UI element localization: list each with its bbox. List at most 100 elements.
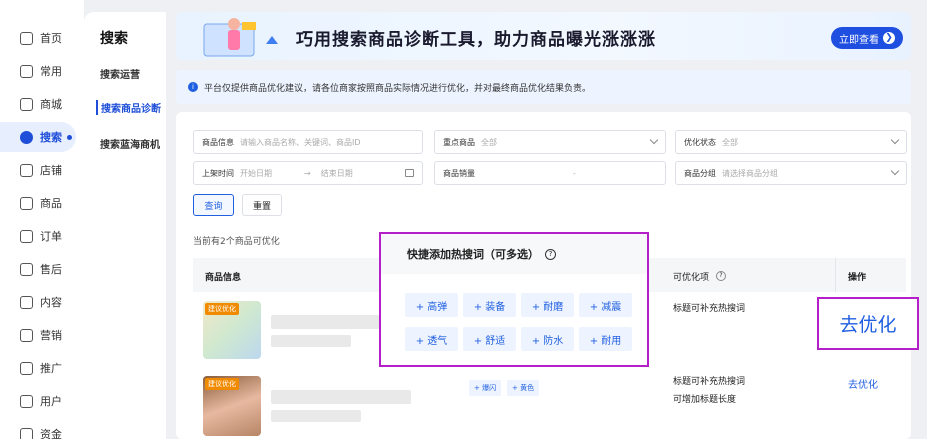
nav-item-order[interactable]: 订单 xyxy=(0,221,84,251)
go-optimize-link[interactable]: 去优化 xyxy=(848,376,878,391)
nav-label: 首页 xyxy=(40,32,62,45)
nav-label: 资金 xyxy=(40,428,62,439)
nav-label: 内容 xyxy=(40,296,62,309)
goods-group-select[interactable]: 商品分组 请选择商品分组 xyxy=(675,161,907,185)
view-now-button[interactable]: 立即查看 ❯ xyxy=(831,27,903,49)
nav-item-marketing[interactable]: 营销 xyxy=(0,320,84,350)
aftersale-icon xyxy=(20,262,33,276)
opt-item: 标题可补充热搜词 xyxy=(673,304,746,314)
blurred-title xyxy=(271,390,411,404)
nav-item-search[interactable]: 搜索 xyxy=(0,122,76,152)
chevron-right-icon: ❯ xyxy=(883,32,895,44)
nav-label: 用户 xyxy=(40,395,62,408)
opt-item: 标题可补充热搜词 xyxy=(673,377,746,387)
opt-item: 可增加标题长度 xyxy=(673,395,737,405)
opt-status-select[interactable]: 优化状态 全部 xyxy=(675,130,907,154)
keyword-chip[interactable]: + 黄色 xyxy=(507,380,540,396)
search-icon xyxy=(20,130,33,144)
sales-separator: - xyxy=(573,168,576,178)
nav-item-content[interactable]: 内容 xyxy=(0,287,84,317)
view-now-label: 立即查看 xyxy=(839,34,879,46)
field-label: 商品销量 xyxy=(443,168,475,178)
query-button[interactable]: 查询 xyxy=(193,194,234,216)
nav-item-promote[interactable]: 推广 xyxy=(0,353,84,383)
blurred-subtitle xyxy=(271,335,351,347)
nav-item-home[interactable]: 首页 xyxy=(0,23,84,53)
notice-text: 平台仅提供商品优化建议，请各位商家按照商品实际情况进行优化，并对最终商品优化结果… xyxy=(204,83,592,94)
home-icon xyxy=(20,31,33,45)
user-icon xyxy=(20,394,33,408)
nav-item-aftersale[interactable]: 售后 xyxy=(0,254,84,284)
sales-range[interactable]: 商品销量 - xyxy=(434,161,666,185)
list-time-range[interactable]: 上架时间 开始日期 → 结束日期 xyxy=(193,161,423,185)
popover-header: 快捷添加热搜词（可多选） ? xyxy=(381,234,647,274)
nav-label: 常用 xyxy=(40,65,62,78)
nav-item-user[interactable]: 用户 xyxy=(0,386,84,416)
optimizable-count: 当前有2个商品可优化 xyxy=(193,237,280,247)
nav-label: 店铺 xyxy=(40,164,62,177)
sub-sidebar: 搜索 搜索运营 搜索商品诊断 搜索蓝海商机 xyxy=(84,12,166,439)
sub-item-goods-diagnosis[interactable]: 搜索商品诊断 xyxy=(96,100,161,115)
nav-item-store[interactable]: 店铺 xyxy=(0,155,84,185)
nav-item-goods[interactable]: 商品 xyxy=(0,188,84,218)
info-icon: i xyxy=(188,82,198,92)
sub-item-search-ops[interactable]: 搜索运营 xyxy=(100,66,140,81)
col-action: 操作 xyxy=(848,273,867,283)
goods-info-input[interactable]: 商品信息 请输入商品名称、关键词、商品ID xyxy=(193,130,423,154)
active-dot xyxy=(67,134,72,140)
field-label: 重点商品 xyxy=(443,137,475,147)
end-date: 结束日期 xyxy=(320,168,353,178)
field-value: 全部 xyxy=(481,137,497,147)
nav-item-common[interactable]: 常用 xyxy=(0,56,84,86)
reset-button[interactable]: 重置 xyxy=(242,194,282,216)
go-optimize-button-highlight[interactable]: 去优化 xyxy=(817,297,919,350)
keyword-add-button[interactable]: + 装备 xyxy=(463,293,516,317)
nav-label: 营销 xyxy=(40,329,62,342)
field-label: 商品分组 xyxy=(684,168,716,178)
help-icon[interactable]: ? xyxy=(716,271,726,281)
nav-item-mall[interactable]: 商城 xyxy=(0,89,84,119)
chevron-down-icon xyxy=(649,135,659,145)
suggest-tag: 建议优化 xyxy=(205,303,239,315)
field-label: 优化状态 xyxy=(684,137,716,147)
order-icon xyxy=(20,229,33,243)
wallet-icon xyxy=(20,427,33,439)
folder-icon xyxy=(20,64,33,78)
nav-item-funds[interactable]: 资金 xyxy=(0,419,84,439)
key-goods-select[interactable]: 重点商品 全部 xyxy=(434,130,666,154)
nav-label: 商品 xyxy=(40,197,62,210)
keyword-add-button[interactable]: + 舒适 xyxy=(463,327,516,351)
field-value: 全部 xyxy=(722,137,738,147)
keyword-add-button[interactable]: + 耐用 xyxy=(579,327,632,351)
goods-icon xyxy=(20,196,33,210)
hot-keyword-popover: 快捷添加热搜词（可多选） ? + 高弹 + 装备 + 耐磨 + 减震 + 透气 … xyxy=(379,232,649,367)
sub-item-blue-ocean[interactable]: 搜索蓝海商机 xyxy=(100,136,160,151)
chevron-down-icon xyxy=(890,135,900,145)
notice-bar: i 平台仅提供商品优化建议，请各位商家按照商品实际情况进行优化，并对最终商品优化… xyxy=(176,70,911,104)
nav-label: 推广 xyxy=(40,362,62,375)
nav-label: 搜索 xyxy=(40,131,62,144)
main-nav-rail: 首页 常用 商城 搜索 店铺 商品 订单 售后 内容 营销 推广 用户 资金 xyxy=(0,0,84,439)
calendar-icon xyxy=(405,169,414,177)
keyword-add-button[interactable]: + 耐磨 xyxy=(521,293,574,317)
suggest-tag: 建议优化 xyxy=(205,378,239,390)
col-goods-info: 商品信息 xyxy=(205,273,242,283)
date-separator: → xyxy=(304,168,311,178)
col-optimizable: 可优化项 xyxy=(673,273,710,283)
blurred-title xyxy=(271,315,381,329)
keyword-add-button[interactable]: + 高弹 xyxy=(405,293,458,317)
keyword-add-button[interactable]: + 透气 xyxy=(405,327,458,351)
keyword-add-button[interactable]: + 减震 xyxy=(579,293,632,317)
keyword-add-button[interactable]: + 防水 xyxy=(521,327,574,351)
chevron-down-icon xyxy=(890,166,900,176)
start-date: 开始日期 xyxy=(240,168,272,178)
promote-icon xyxy=(20,361,33,375)
help-icon[interactable]: ? xyxy=(545,248,556,260)
nav-label: 商城 xyxy=(40,98,62,111)
megaphone-icon xyxy=(20,328,33,342)
column-divider xyxy=(835,258,836,292)
shop-icon xyxy=(20,97,33,111)
store-icon xyxy=(20,163,33,177)
nav-label: 订单 xyxy=(40,230,62,243)
keyword-chip[interactable]: + 爆闪 xyxy=(469,380,502,396)
